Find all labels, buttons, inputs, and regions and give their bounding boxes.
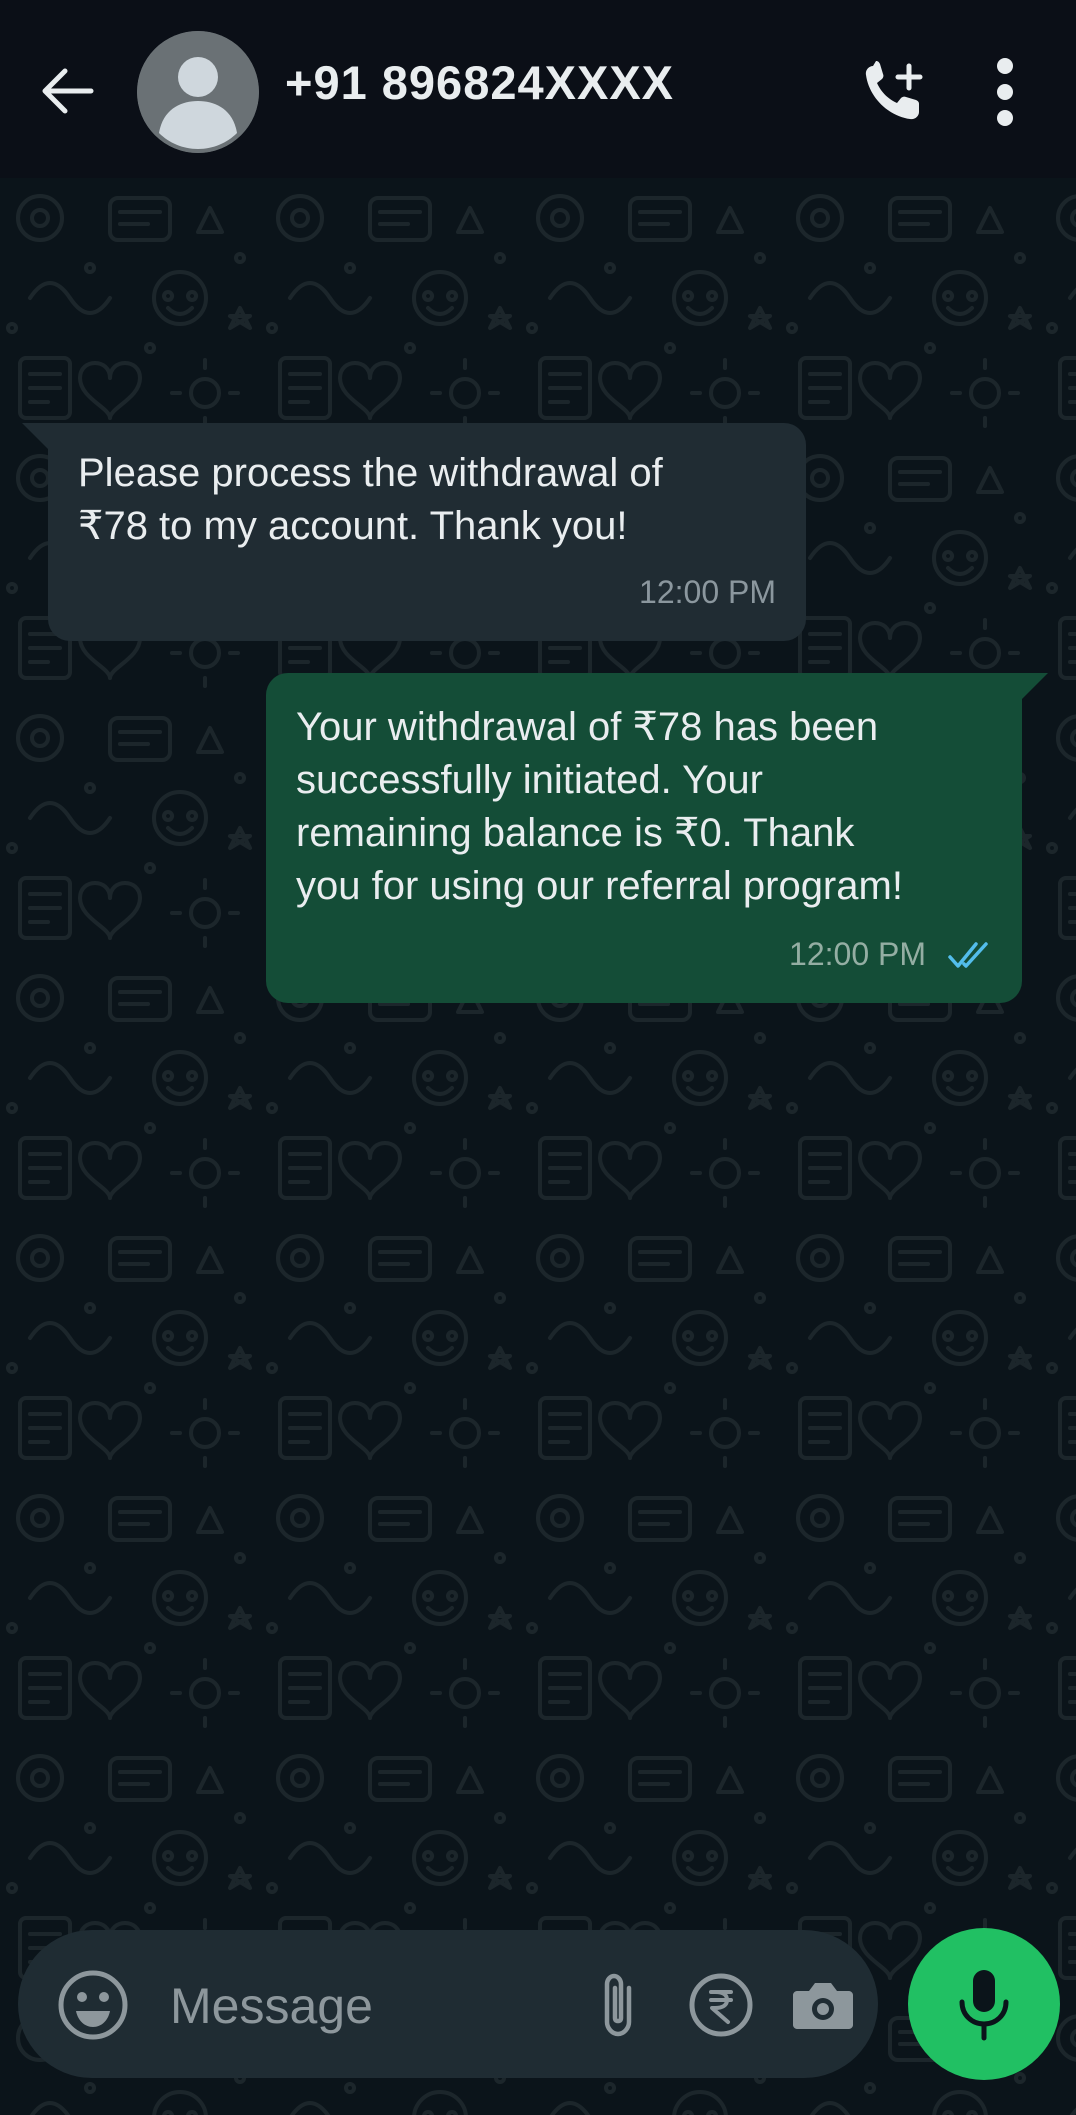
message-composer bbox=[18, 1930, 878, 2078]
vertical-dots-icon bbox=[997, 58, 1013, 126]
camera-button[interactable] bbox=[782, 1964, 864, 2046]
message-input[interactable] bbox=[168, 1964, 572, 2048]
chat-screen: Please process the withdrawal of ₹78 to … bbox=[0, 0, 1076, 2115]
incoming-bubble-tail bbox=[22, 423, 48, 449]
default-person-avatar-icon bbox=[137, 31, 259, 153]
add-call-button[interactable] bbox=[851, 50, 935, 134]
chat-area[interactable]: Please process the withdrawal of ₹78 to … bbox=[0, 178, 1076, 2115]
arrow-left-icon bbox=[42, 68, 94, 114]
rupee-icon bbox=[689, 1973, 753, 2037]
outgoing-message-time: 12:00 PM bbox=[789, 936, 926, 972]
camera-icon bbox=[793, 1983, 853, 2029]
smiley-icon bbox=[58, 1970, 128, 2040]
incoming-message-text: Please process the withdrawal of ₹78 to … bbox=[78, 451, 663, 548]
voice-message-button[interactable] bbox=[908, 1928, 1060, 2080]
chat-header: +91 896824XXXX bbox=[0, 0, 1076, 178]
outgoing-message-text: Your withdrawal of ₹78 has been successf… bbox=[296, 705, 903, 908]
payment-button[interactable] bbox=[680, 1964, 762, 2046]
incoming-message-bubble[interactable]: Please process the withdrawal of ₹78 to … bbox=[48, 423, 806, 641]
outgoing-bubble-tail bbox=[1022, 673, 1048, 699]
incoming-message-time: 12:00 PM bbox=[639, 574, 776, 610]
outgoing-message-meta: 12:00 PM bbox=[789, 928, 992, 981]
microphone-icon bbox=[959, 1970, 1009, 2041]
emoji-button[interactable] bbox=[52, 1964, 134, 2046]
paperclip-icon bbox=[604, 1973, 632, 2037]
outgoing-message-bubble[interactable]: Your withdrawal of ₹78 has been successf… bbox=[266, 673, 1022, 1003]
attach-button[interactable] bbox=[578, 1964, 660, 2046]
avatar[interactable] bbox=[137, 31, 259, 153]
more-options-button[interactable] bbox=[970, 50, 1040, 134]
incoming-message-meta: 12:00 PM bbox=[639, 566, 776, 619]
double-check-read-icon bbox=[946, 940, 992, 970]
back-button[interactable] bbox=[26, 45, 108, 137]
contact-name[interactable]: +91 896824XXXX bbox=[285, 55, 674, 110]
add-call-icon bbox=[865, 61, 923, 120]
